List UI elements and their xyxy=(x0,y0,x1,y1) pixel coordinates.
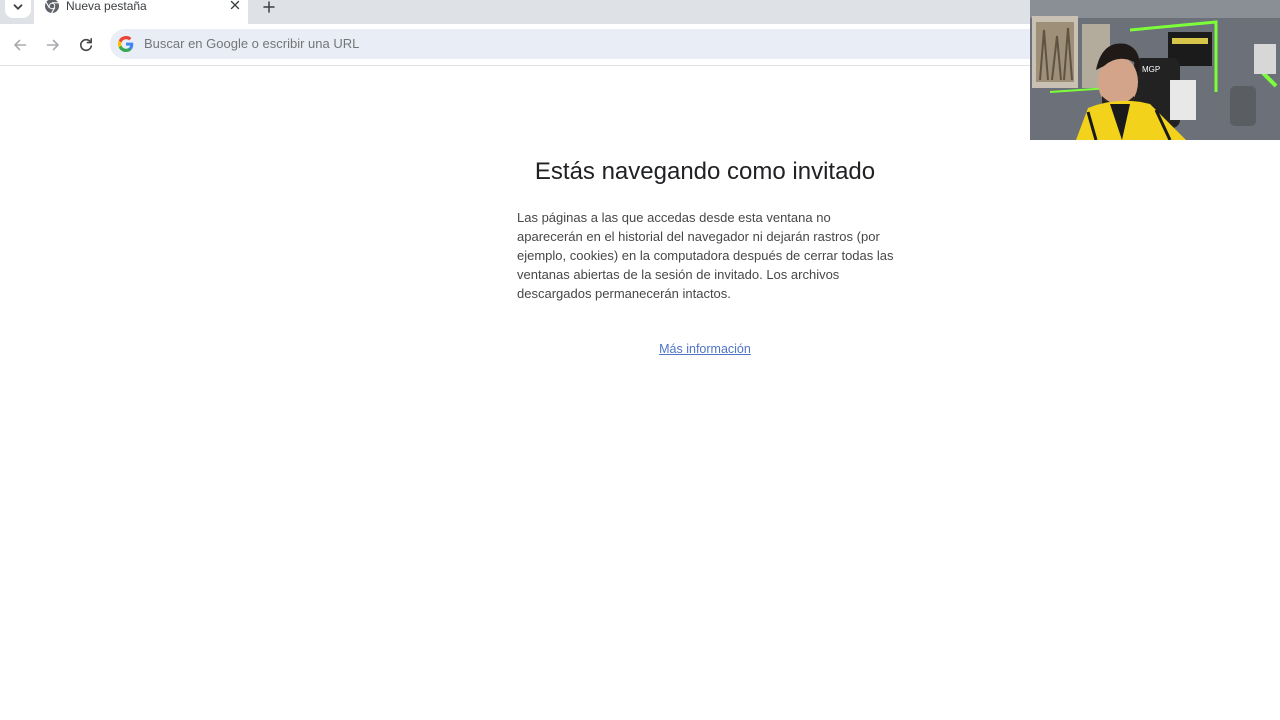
tab-nueva-pestana[interactable]: Nueva pestaña xyxy=(34,0,248,24)
tab-close-button[interactable] xyxy=(227,0,243,13)
forward-button[interactable] xyxy=(42,34,64,56)
learn-more-link[interactable]: Más información xyxy=(517,342,893,356)
back-button[interactable] xyxy=(9,34,31,56)
browser-window: Nueva pestaña Buscar en Google o escribi… xyxy=(0,0,1280,720)
webcam-logo-text: MGP xyxy=(1142,65,1160,74)
guest-page: Estás navegando como invitado Las página… xyxy=(0,67,1280,720)
reload-button[interactable] xyxy=(75,34,97,56)
webcam-overlay: MGP xyxy=(1030,0,1280,140)
webcam-video: MGP xyxy=(1030,0,1280,140)
reload-icon xyxy=(80,38,93,52)
page-title: Estás navegando como invitado xyxy=(534,158,876,185)
google-g-icon xyxy=(118,36,134,52)
guest-description: Las páginas a las que accedas desde esta… xyxy=(517,210,894,301)
arrow-right-icon xyxy=(46,39,59,51)
new-tab-button[interactable] xyxy=(258,0,280,18)
tab-title: Nueva pestaña xyxy=(66,0,147,13)
address-bar-input[interactable] xyxy=(144,29,944,59)
close-icon xyxy=(230,0,240,10)
plus-icon xyxy=(263,1,275,13)
chrome-icon xyxy=(45,0,59,14)
tab-search-button[interactable] xyxy=(5,0,31,18)
chevron-down-icon xyxy=(13,4,23,10)
arrow-left-icon xyxy=(14,39,27,51)
